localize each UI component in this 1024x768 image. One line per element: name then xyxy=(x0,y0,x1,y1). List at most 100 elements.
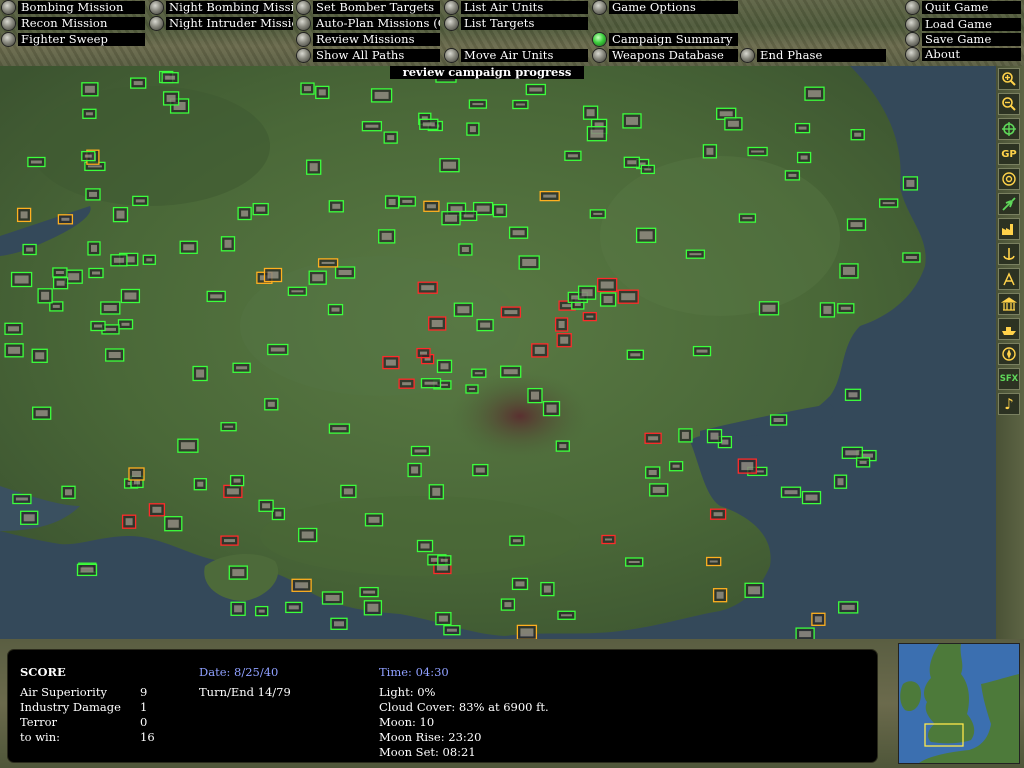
unit-marker-icon xyxy=(446,628,457,632)
quit-game-button[interactable]: Quit Game xyxy=(906,1,1021,14)
unit-marker-icon xyxy=(196,369,205,378)
unit-marker-icon xyxy=(132,471,141,477)
unit-marker-icon xyxy=(236,366,248,370)
list-targets-button[interactable]: List Targets xyxy=(445,17,588,30)
unit-marker-icon xyxy=(621,293,636,301)
zoom-out-icon[interactable] xyxy=(998,93,1020,115)
unit-marker-icon xyxy=(590,129,604,138)
crosshair-icon[interactable] xyxy=(998,118,1020,140)
unit-marker-icon xyxy=(8,326,19,332)
unit-marker-icon xyxy=(241,210,249,217)
night-intruder-mission-button[interactable]: Night Intruder Mission xyxy=(150,17,293,30)
target-icon[interactable] xyxy=(998,168,1020,190)
radio-icon xyxy=(906,18,919,31)
night-bombing-mission-button[interactable]: Night Bombing Mission xyxy=(150,1,293,14)
campaign-map[interactable]: review campaign progress xyxy=(0,66,996,639)
unit-marker-icon xyxy=(210,294,223,299)
campaign-summary-button[interactable]: Campaign Summary xyxy=(593,33,738,46)
radio-icon xyxy=(593,1,606,14)
radio-icon xyxy=(906,1,919,14)
recon-mission-button[interactable]: Recon Mission xyxy=(2,17,145,30)
score-label: Terror xyxy=(20,715,57,729)
building-icon[interactable] xyxy=(998,293,1020,315)
radio-icon xyxy=(297,1,310,14)
radio-icon xyxy=(741,49,754,62)
unit-marker-icon xyxy=(312,274,324,282)
unit-marker-icon xyxy=(233,478,241,483)
unit-marker-icon xyxy=(325,595,340,601)
score-label: Air Superiority xyxy=(20,685,107,699)
ship-icon[interactable] xyxy=(998,318,1020,340)
unit-marker-icon xyxy=(166,94,176,102)
unit-marker-icon xyxy=(420,351,427,355)
unit-marker-icon xyxy=(773,418,784,422)
unit-marker-icon xyxy=(424,381,438,385)
zoom-in-icon[interactable] xyxy=(998,68,1020,90)
factory-icon[interactable] xyxy=(998,218,1020,240)
unit-marker-icon xyxy=(103,305,117,311)
unit-marker-icon xyxy=(529,87,543,92)
minimap[interactable] xyxy=(898,643,1020,764)
aircraft-icon[interactable] xyxy=(998,193,1020,215)
set-bomber-targets-button[interactable]: Set Bomber Targets xyxy=(297,1,440,14)
unit-marker-icon xyxy=(61,217,70,221)
unit-marker-icon xyxy=(318,89,326,96)
unit-marker-icon xyxy=(438,615,448,622)
unit-marker-icon xyxy=(41,291,50,300)
unit-marker-icon xyxy=(26,247,34,252)
unit-marker-icon xyxy=(258,609,265,613)
unit-marker-icon xyxy=(440,558,448,562)
unit-marker-icon xyxy=(644,168,652,171)
unit-marker-icon xyxy=(125,518,133,526)
unit-marker-icon xyxy=(165,75,176,80)
list-air-units-button[interactable]: List Air Units xyxy=(445,1,588,14)
auto-plan-missions-button[interactable]: Auto-Plan Missions (Off) xyxy=(297,17,440,30)
load-game-button[interactable]: Load Game xyxy=(906,18,1021,31)
about-button[interactable]: About xyxy=(906,48,1021,61)
score-value: 16 xyxy=(140,730,155,744)
weapons-database-button[interactable]: Weapons Database xyxy=(593,49,738,62)
unit-marker-icon xyxy=(814,616,822,623)
review-missions-button[interactable]: Review Missions xyxy=(297,33,440,46)
radio-selected-icon xyxy=(593,33,606,46)
unit-marker-icon xyxy=(850,222,863,228)
end-phase-button[interactable]: End Phase xyxy=(741,49,886,62)
unit-marker-icon xyxy=(8,346,21,354)
unit-marker-icon xyxy=(841,604,855,610)
unit-marker-icon xyxy=(845,450,860,456)
unit-marker-icon xyxy=(411,466,419,474)
show-all-paths-button[interactable]: Show All Paths xyxy=(297,49,440,62)
sfx-label[interactable]: SFX xyxy=(998,368,1020,390)
status-panel: SCORE Air Superiority 9 Industry Damage … xyxy=(0,639,1024,768)
bombing-mission-button[interactable]: Bombing Mission xyxy=(2,1,145,14)
save-game-button[interactable]: Save Game xyxy=(906,33,1021,46)
move-air-units-button[interactable]: Move Air Units xyxy=(445,49,588,62)
unit-marker-icon xyxy=(304,86,311,92)
unit-marker-icon xyxy=(905,256,917,259)
score-label: to win: xyxy=(20,730,61,744)
unit-marker-icon xyxy=(321,261,335,264)
cloud-cover-label: Cloud Cover: 83% at 6900 ft. xyxy=(379,700,549,714)
score-label: Industry Damage xyxy=(20,700,121,714)
gp-label[interactable]: GP xyxy=(998,143,1020,165)
music-note-icon[interactable]: ♪ xyxy=(998,393,1020,415)
map-terrain xyxy=(0,66,996,639)
unit-marker-icon xyxy=(823,305,832,314)
unit-marker-icon xyxy=(840,306,851,310)
anchor-icon[interactable] xyxy=(998,243,1020,265)
unit-marker-icon xyxy=(558,321,565,328)
unit-marker-icon xyxy=(431,320,443,327)
unit-marker-icon xyxy=(92,271,100,275)
unit-marker-icon xyxy=(586,109,595,117)
game-options-button[interactable]: Game Options xyxy=(593,1,738,14)
unit-marker-icon xyxy=(784,490,798,495)
radar-icon[interactable] xyxy=(998,268,1020,290)
unit-marker-icon xyxy=(291,290,304,293)
unit-marker-icon xyxy=(848,392,858,398)
unit-marker-icon xyxy=(256,206,266,212)
unit-marker-icon xyxy=(432,487,441,496)
fighter-sweep-button[interactable]: Fighter Sweep xyxy=(2,33,145,46)
compass-icon[interactable] xyxy=(998,343,1020,365)
map-tooltip: review campaign progress xyxy=(390,66,584,79)
unit-marker-icon xyxy=(414,449,427,453)
